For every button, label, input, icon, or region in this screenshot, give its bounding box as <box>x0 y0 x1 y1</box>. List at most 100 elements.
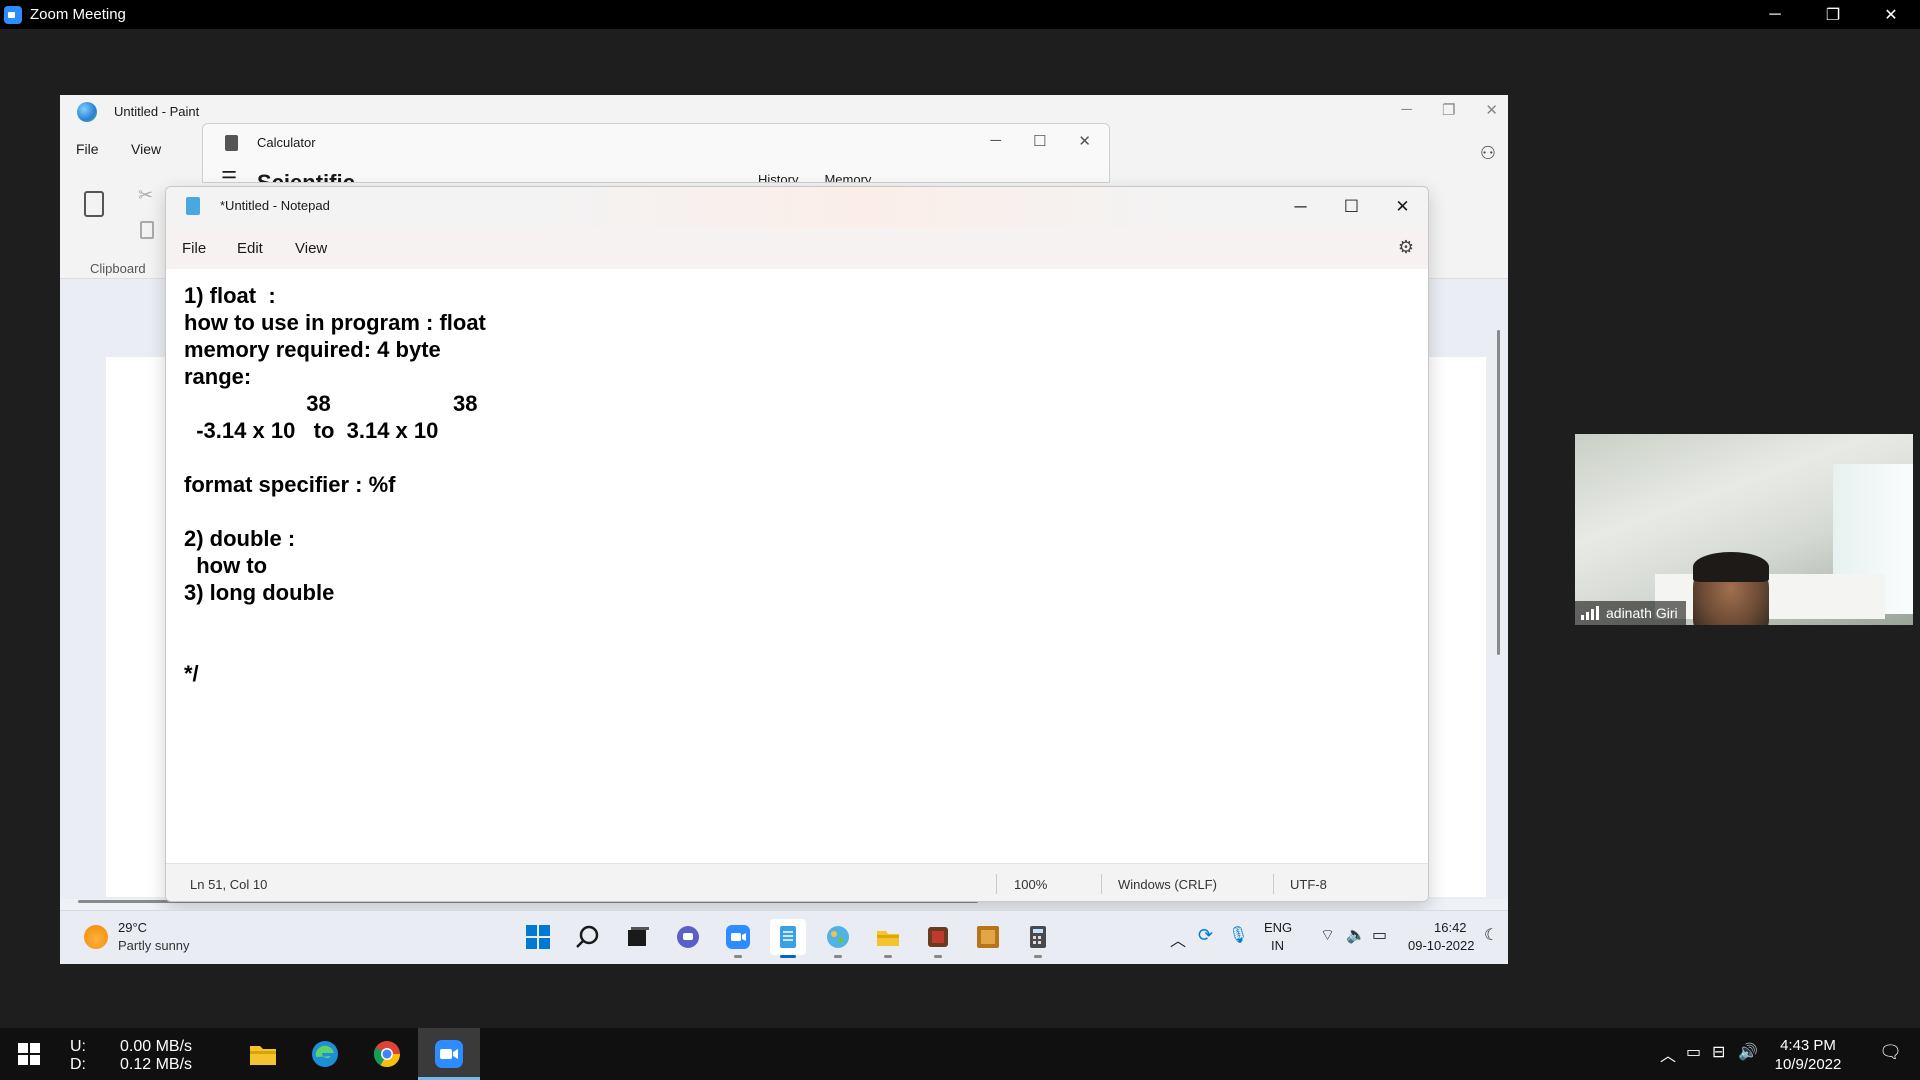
region-indicator[interactable]: IN <box>1271 938 1284 953</box>
share-icon[interactable]: ⚇ <box>1480 143 1496 164</box>
pinned-apps <box>232 1028 480 1080</box>
notepad-menu-view[interactable]: View <box>295 240 327 257</box>
settings-gear-icon[interactable]: ⚙ <box>1398 237 1414 258</box>
paint-title: Untitled - Paint <box>114 104 200 119</box>
volume-icon[interactable]: 🔈 <box>1346 925 1366 945</box>
status-zoom: 100% <box>1014 877 1048 892</box>
editor-line: how to use in program : float <box>184 310 486 335</box>
video-background <box>1655 574 1885 619</box>
restore-button[interactable]: ❐ <box>1804 0 1862 29</box>
weather-condition: Partly sunny <box>118 938 190 953</box>
calculator-window-controls: ─ ☐ ✕ <box>990 132 1091 150</box>
editor-line: -3.14 x 10 to 3.14 x 10 <box>184 418 439 443</box>
participant-hair <box>1693 552 1769 582</box>
notepad-menu-edit[interactable]: Edit <box>237 240 263 257</box>
calculator-window[interactable]: Calculator ─ ☐ ✕ ☰ Scientific History Me… <box>202 123 1110 183</box>
paint-menu-view[interactable]: View <box>131 141 161 157</box>
volume-icon[interactable]: 🔊 <box>1738 1042 1758 1062</box>
notepad-window-controls: ─ ☐ ✕ <box>1275 187 1428 227</box>
editor-line: 1) float : <box>184 283 276 308</box>
notepad-close-button[interactable]: ✕ <box>1377 187 1428 227</box>
teams-chat-icon[interactable] <box>670 919 706 955</box>
app-icon-2[interactable] <box>970 919 1006 955</box>
network-icon[interactable]: ⊟ <box>1712 1042 1725 1062</box>
minimize-button[interactable]: ─ <box>1746 0 1804 29</box>
editor-line: 3) long double <box>184 580 335 605</box>
battery-icon[interactable]: ▭ <box>1372 925 1387 945</box>
status-encoding: UTF-8 <box>1290 877 1327 892</box>
host-clock[interactable]: 4:43 PM 10/9/2022 <box>1768 1036 1848 1074</box>
task-view-icon[interactable] <box>620 919 656 955</box>
zoom-titlebar: Zoom Meeting ─ ❐ ✕ <box>0 0 1920 29</box>
notepad-maximize-button[interactable]: ☐ <box>1326 187 1377 227</box>
notepad-minimize-button[interactable]: ─ <box>1275 187 1326 227</box>
paint-menu-file[interactable]: File <box>76 141 99 157</box>
status-separator <box>1273 874 1274 894</box>
chrome-icon[interactable] <box>356 1028 418 1080</box>
editor-line: range: <box>184 364 252 389</box>
start-icon[interactable] <box>520 919 556 955</box>
search-icon[interactable] <box>570 919 606 955</box>
clock-date: 10/9/2022 <box>1774 1056 1842 1073</box>
zoom-icon[interactable] <box>720 919 756 958</box>
notepad-editor[interactable]: 1) float : how to use in program : float… <box>166 269 1428 863</box>
file-explorer-icon[interactable] <box>870 919 906 958</box>
calculator-close-button[interactable]: ✕ <box>1078 132 1091 150</box>
battery-icon[interactable]: ▭ <box>1686 1042 1701 1062</box>
shared-screen: Untitled - Paint ─ ❐ ✕ File View ⚇ ✂ Cli… <box>60 95 1508 964</box>
status-cursor-position: Ln 51, Col 10 <box>190 877 268 892</box>
download-speed: 0.12 MB/s <box>120 1056 193 1073</box>
chevron-up-icon[interactable]: ︿ <box>1170 927 1186 951</box>
editor-line: format specifier : %f <box>184 472 396 497</box>
status-separator <box>996 874 997 894</box>
file-explorer-icon[interactable] <box>232 1028 294 1080</box>
tab-history[interactable]: History <box>758 172 798 182</box>
close-button[interactable]: ✕ <box>1862 0 1920 29</box>
status-line-ending: Windows (CRLF) <box>1118 877 1217 892</box>
microphone-icon[interactable]: 🎙 <box>1228 925 1248 945</box>
paint-restore-button[interactable]: ❐ <box>1442 101 1455 119</box>
upload-label: U: <box>70 1038 86 1055</box>
notepad-icon <box>186 197 200 215</box>
paint-minimize-button[interactable]: ─ <box>1401 101 1412 119</box>
inner-clock-date[interactable]: 09-10-2022 <box>1408 938 1475 953</box>
paste-icon[interactable] <box>84 191 104 217</box>
windows-start-icon[interactable] <box>0 1028 58 1080</box>
inner-clock-time[interactable]: 16:42 <box>1434 920 1467 935</box>
participant-video-tile[interactable]: adinath Giri <box>1575 434 1913 625</box>
paint-icon[interactable] <box>820 919 856 958</box>
chevron-up-icon[interactable]: ︿ <box>1660 1042 1676 1066</box>
zoom-window-title: Zoom Meeting <box>30 6 126 23</box>
calculator-icon[interactable] <box>1020 919 1056 958</box>
calculator-maximize-button[interactable]: ☐ <box>1033 132 1046 150</box>
focus-moon-icon[interactable]: ☾ <box>1484 925 1498 945</box>
calculator-mode: Scientific <box>257 170 355 183</box>
calculator-minimize-button[interactable]: ─ <box>990 132 1001 150</box>
notifications-icon[interactable]: 🗨 <box>1879 1042 1902 1063</box>
sync-icon[interactable]: ⟳ <box>1198 925 1213 946</box>
editor-line: memory required: 4 byte <box>184 337 441 362</box>
notepad-title: *Untitled - Notepad <box>220 198 330 213</box>
weather-temperature: 29°C <box>118 920 148 935</box>
copy-icon[interactable] <box>140 221 154 239</box>
hamburger-menu-icon[interactable]: ☰ <box>221 168 237 182</box>
app-icon-1[interactable] <box>920 919 956 958</box>
language-indicator[interactable]: ENG <box>1264 920 1292 935</box>
wifi-icon[interactable]: ⌔ <box>1320 925 1335 945</box>
tab-memory[interactable]: Memory <box>824 172 871 182</box>
notepad-menu-file[interactable]: File <box>182 240 206 257</box>
paint-close-button[interactable]: ✕ <box>1485 101 1498 119</box>
clock-time: 4:43 PM <box>1780 1037 1836 1054</box>
notepad-menubar: File Edit View ⚙ <box>166 227 1428 269</box>
edge-icon[interactable] <box>294 1028 356 1080</box>
zoom-app-icon <box>4 5 22 24</box>
cut-icon[interactable]: ✂ <box>138 185 153 206</box>
status-separator <box>1101 874 1102 894</box>
paint-vertical-scrollbar[interactable] <box>1497 330 1500 655</box>
notepad-icon[interactable] <box>770 919 806 958</box>
notepad-window: *Untitled - Notepad ─ ☐ ✕ File Edit View… <box>165 186 1429 902</box>
editor-line: 38 38 <box>184 391 478 416</box>
weather-icon[interactable] <box>84 925 108 949</box>
notepad-titlebar: *Untitled - Notepad ─ ☐ ✕ <box>166 187 1428 227</box>
zoom-icon[interactable] <box>418 1028 480 1080</box>
